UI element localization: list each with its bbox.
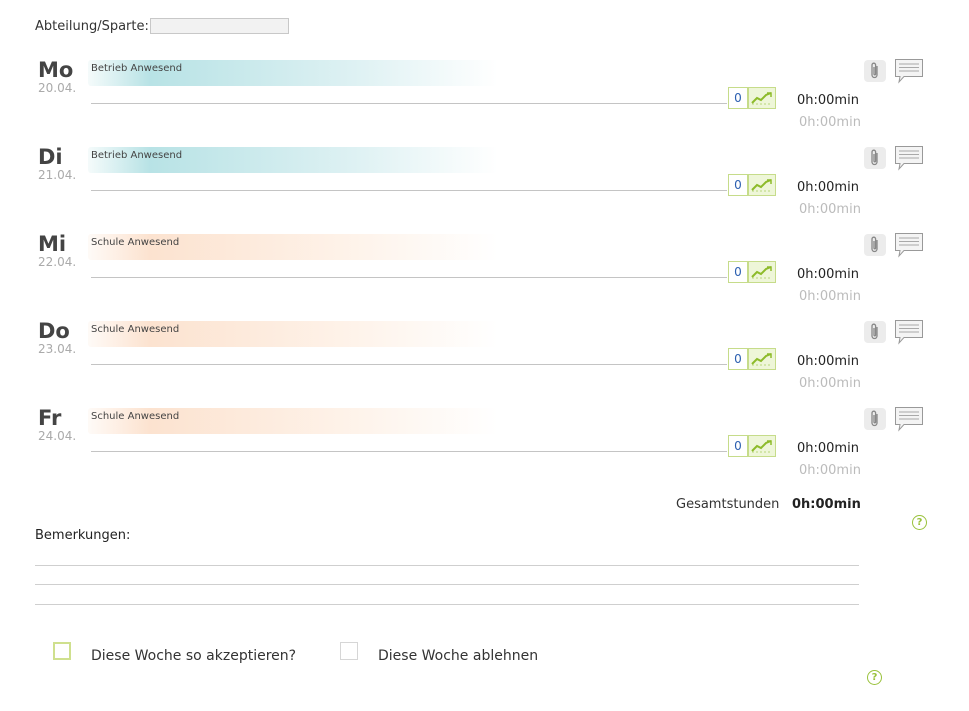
paperclip-icon[interactable] — [864, 147, 886, 169]
comment-icon[interactable] — [894, 232, 924, 258]
trend-chart-icon — [749, 352, 775, 366]
day-date: 20.04. — [38, 81, 77, 95]
total-hours-value: 0h:00min — [792, 497, 861, 512]
trend-chart-icon — [749, 265, 775, 279]
day-row: Mi 22.04. Schule Anwesend 0 0h:00min 0h:00min — [0, 232, 969, 319]
time-entry-line[interactable] — [91, 277, 727, 278]
day-hours-secondary: 0h:00min — [799, 289, 861, 304]
time-entry-line[interactable] — [91, 451, 727, 452]
time-entry-line[interactable] — [91, 103, 727, 104]
paperclip-icon[interactable] — [864, 321, 886, 343]
time-entry-line[interactable] — [91, 190, 727, 191]
paperclip-icon[interactable] — [864, 60, 886, 82]
day-hours-secondary: 0h:00min — [799, 202, 861, 217]
attendance-status: Betrieb Anwesend — [91, 63, 183, 74]
comment-icon[interactable] — [894, 319, 924, 345]
entry-count[interactable]: 0 — [728, 174, 748, 196]
day-row: Do 23.04. Schule Anwesend 0 0h:00min 0h:00min — [0, 319, 969, 406]
help-icon[interactable]: ? — [867, 670, 882, 685]
trend-button[interactable] — [748, 435, 776, 457]
attendance-status: Schule Anwesend — [91, 411, 180, 422]
help-icon[interactable]: ? — [912, 515, 927, 530]
accept-week-checkbox[interactable] — [53, 642, 71, 660]
remarks-line-1[interactable] — [35, 565, 859, 566]
day-row: Mo 20.04. Betrieb Anwesend 0 0h:00min 0h:00mi… — [0, 58, 969, 145]
attendance-status: Betrieb Anwesend — [91, 150, 183, 161]
trend-button[interactable] — [748, 174, 776, 196]
entry-count[interactable]: 0 — [728, 261, 748, 283]
trend-chart-icon — [749, 91, 775, 105]
day-hours: 0h:00min — [797, 180, 859, 195]
trend-button[interactable] — [748, 348, 776, 370]
comment-icon[interactable] — [894, 406, 924, 432]
day-abbreviation: Mi — [38, 232, 67, 256]
comment-icon[interactable] — [894, 58, 924, 84]
attendance-status: Schule Anwesend — [91, 237, 180, 248]
attendance-status: Schule Anwesend — [91, 324, 180, 335]
paperclip-icon[interactable] — [864, 408, 886, 430]
trend-button[interactable] — [748, 261, 776, 283]
day-hours-secondary: 0h:00min — [799, 376, 861, 391]
accept-week-label: Diese Woche so akzeptieren? — [91, 648, 297, 664]
day-hours-secondary: 0h:00min — [799, 463, 861, 478]
day-hours-secondary: 0h:00min — [799, 115, 861, 130]
department-field[interactable] — [150, 18, 289, 34]
remarks-line-3[interactable] — [35, 604, 859, 605]
day-date: 21.04. — [38, 168, 77, 182]
day-row: Fr 24.04. Schule Anwesend 0 0h:00min 0h:00min — [0, 406, 969, 493]
day-row: Di 21.04. Betrieb Anwesend 0 0h:00min 0h:00mi… — [0, 145, 969, 232]
trend-button[interactable] — [748, 87, 776, 109]
day-date: 24.04. — [38, 429, 77, 443]
remarks-line-2[interactable] — [35, 584, 859, 585]
entry-count[interactable]: 0 — [728, 348, 748, 370]
day-abbreviation: Do — [38, 319, 70, 343]
day-hours: 0h:00min — [797, 354, 859, 369]
comment-icon[interactable] — [894, 145, 924, 171]
department-label: Abteilung/Sparte: — [35, 19, 149, 34]
day-abbreviation: Mo — [38, 58, 74, 82]
entry-count[interactable]: 0 — [728, 435, 748, 457]
entry-count[interactable]: 0 — [728, 87, 748, 109]
paperclip-icon[interactable] — [864, 234, 886, 256]
trend-chart-icon — [749, 178, 775, 192]
day-date: 22.04. — [38, 255, 77, 269]
day-hours: 0h:00min — [797, 267, 859, 282]
reject-week-checkbox[interactable] — [340, 642, 358, 660]
trend-chart-icon — [749, 439, 775, 453]
day-hours: 0h:00min — [797, 441, 859, 456]
day-abbreviation: Fr — [38, 406, 62, 430]
day-hours: 0h:00min — [797, 93, 859, 108]
day-date: 23.04. — [38, 342, 77, 356]
reject-week-label: Diese Woche ablehnen — [378, 648, 539, 664]
time-entry-line[interactable] — [91, 364, 727, 365]
day-abbreviation: Di — [38, 145, 63, 169]
total-hours-label: Gesamtstunden — [676, 497, 780, 512]
remarks-label: Bemerkungen: — [35, 528, 131, 543]
